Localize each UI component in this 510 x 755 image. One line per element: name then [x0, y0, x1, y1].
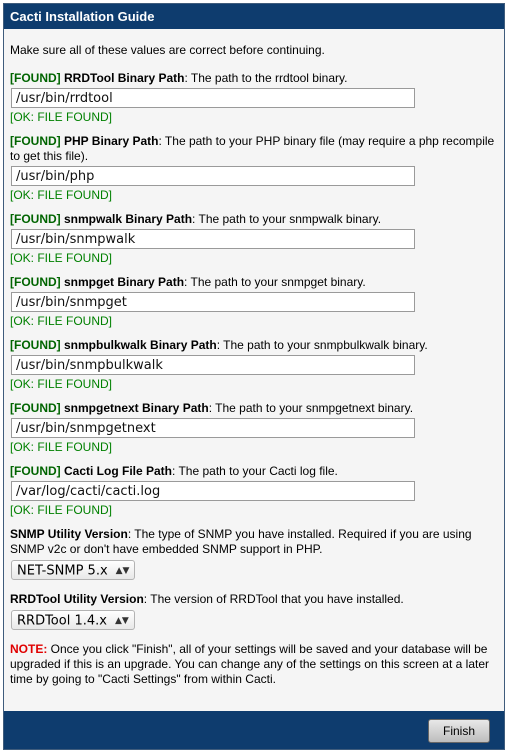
cacti-log-path-group: [FOUND] Cacti Log File Path: The path to…: [10, 464, 498, 517]
snmpbulkwalk-path-status: [OK: FILE FOUND]: [10, 377, 113, 391]
found-tag: [FOUND]: [10, 401, 61, 415]
rrdtool-version-group: RRDTool Utility Version: The version of …: [10, 592, 498, 642]
field-name: RRDTool Utility Version: [10, 592, 144, 606]
field-name: PHP Binary Path: [64, 134, 159, 148]
field-name: snmpgetnext Binary Path: [64, 401, 209, 415]
snmp-version-value: NET-SNMP 5.x: [17, 563, 108, 579]
php-path-input[interactable]: /usr/bin/php: [11, 166, 415, 186]
snmpgetnext-path-group: [FOUND] snmpgetnext Binary Path: The pat…: [10, 401, 498, 454]
rrdtool-path-group: [FOUND] RRDTool Binary Path: The path to…: [10, 71, 498, 124]
snmpgetnext-path-input[interactable]: /usr/bin/snmpgetnext: [11, 418, 415, 438]
rrdtool-version-description: RRDTool Utility Version: The version of …: [10, 592, 498, 607]
snmpget-path-group: [FOUND] snmpget Binary Path: The path to…: [10, 275, 498, 328]
snmpget-path-status: [OK: FILE FOUND]: [10, 314, 113, 328]
found-tag: [FOUND]: [10, 338, 61, 352]
install-form: Make sure all of these values are correc…: [4, 29, 504, 687]
snmpget-path-input[interactable]: /usr/bin/snmpget: [11, 292, 415, 312]
found-tag: [FOUND]: [10, 71, 61, 85]
field-desc: : The path to your snmpbulkwalk binary.: [216, 338, 428, 352]
cacti-log-path-input[interactable]: /var/log/cacti/cacti.log: [11, 481, 415, 501]
php-path-group: [FOUND] PHP Binary Path: The path to you…: [10, 134, 498, 202]
note-text: Once you click "Finish", all of your set…: [10, 642, 489, 686]
snmpwalk-path-group: [FOUND] snmpwalk Binary Path: The path t…: [10, 212, 498, 265]
cacti-log-path-status: [OK: FILE FOUND]: [10, 503, 113, 517]
snmpbulkwalk-path-input[interactable]: /usr/bin/snmpbulkwalk: [11, 355, 415, 375]
field-name: snmpget Binary Path: [64, 275, 185, 289]
rrdtool-version-select[interactable]: RRDTool 1.4.x ▲▼: [11, 610, 135, 630]
field-desc: : The path to your Cacti log file.: [172, 464, 338, 478]
found-tag: [FOUND]: [10, 464, 61, 478]
snmpwalk-path-description: [FOUND] snmpwalk Binary Path: The path t…: [10, 212, 498, 227]
window-title: Cacti Installation Guide: [4, 4, 504, 29]
snmpgetnext-path-description: [FOUND] snmpgetnext Binary Path: The pat…: [10, 401, 498, 416]
php-path-description: [FOUND] PHP Binary Path: The path to you…: [10, 134, 498, 164]
note-label: NOTE:: [10, 642, 48, 656]
bottom-bar: Finish: [4, 711, 504, 749]
field-desc: : The path to your snmpget binary.: [184, 275, 366, 289]
snmpgetnext-path-status: [OK: FILE FOUND]: [10, 440, 113, 454]
snmpwalk-path-status: [OK: FILE FOUND]: [10, 251, 113, 265]
upgrade-note: NOTE: Once you click "Finish", all of yo…: [10, 642, 498, 687]
snmpbulkwalk-path-group: [FOUND] snmpbulkwalk Binary Path: The pa…: [10, 338, 498, 391]
rrdtool-path-status: [OK: FILE FOUND]: [10, 110, 113, 124]
found-tag: [FOUND]: [10, 275, 61, 289]
field-name: snmpwalk Binary Path: [64, 212, 193, 226]
snmp-version-description: SNMP Utility Version: The type of SNMP y…: [10, 527, 498, 557]
snmpwalk-path-input[interactable]: /usr/bin/snmpwalk: [11, 229, 415, 249]
php-path-status: [OK: FILE FOUND]: [10, 188, 113, 202]
snmp-version-group: SNMP Utility Version: The type of SNMP y…: [10, 527, 498, 592]
rrdtool-path-description: [FOUND] RRDTool Binary Path: The path to…: [10, 71, 498, 86]
snmp-version-select[interactable]: NET-SNMP 5.x ▲▼: [11, 560, 136, 580]
found-tag: [FOUND]: [10, 212, 61, 226]
installation-window: Cacti Installation Guide Make sure all o…: [3, 3, 505, 750]
select-arrows-icon: ▲▼: [114, 616, 129, 626]
field-desc: : The path to the rrdtool binary.: [184, 71, 348, 85]
rrdtool-version-value: RRDTool 1.4.x: [17, 613, 107, 629]
field-name: SNMP Utility Version: [10, 527, 128, 541]
field-desc: : The path to your snmpgetnext binary.: [208, 401, 414, 415]
field-desc: : The version of RRDTool that you have i…: [143, 592, 404, 606]
field-name: RRDTool Binary Path: [64, 71, 185, 85]
field-name: snmpbulkwalk Binary Path: [64, 338, 217, 352]
field-name: Cacti Log File Path: [64, 464, 173, 478]
finish-button[interactable]: Finish: [427, 719, 490, 743]
found-tag: [FOUND]: [10, 134, 61, 148]
snmpget-path-description: [FOUND] snmpget Binary Path: The path to…: [10, 275, 498, 290]
snmpbulkwalk-path-description: [FOUND] snmpbulkwalk Binary Path: The pa…: [10, 338, 498, 353]
field-desc: : The path to your snmpwalk binary.: [192, 212, 382, 226]
rrdtool-path-input[interactable]: /usr/bin/rrdtool: [11, 88, 415, 108]
select-arrows-icon: ▲▼: [115, 566, 130, 576]
intro-text: Make sure all of these values are correc…: [10, 43, 325, 57]
cacti-log-path-description: [FOUND] Cacti Log File Path: The path to…: [10, 464, 498, 479]
